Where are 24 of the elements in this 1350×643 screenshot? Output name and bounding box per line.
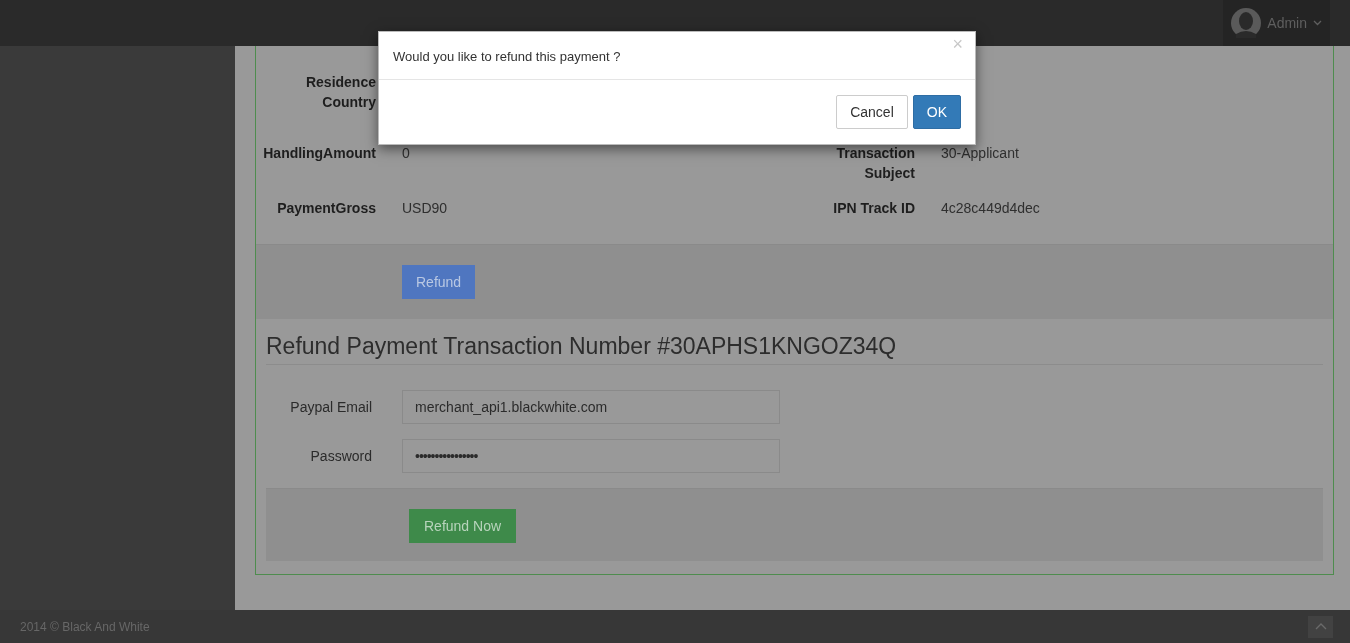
user-menu[interactable]: Admin [1223, 0, 1330, 46]
avatar-icon [1231, 8, 1262, 38]
field-label: Residence Country [304, 73, 376, 112]
section-heading: Refund Payment Transaction Number #30APHS1KNGOZ34Q [266, 333, 1323, 365]
field-label: Password [309, 448, 372, 464]
refund-button[interactable]: Refund [402, 265, 476, 299]
field-value: 30-Applicant [941, 144, 1020, 163]
refund-now-button[interactable]: Refund Now [409, 509, 517, 543]
password-field[interactable]: •••••••••••••••• [402, 439, 780, 473]
email-field[interactable]: merchant_api1.blackwhite.com [402, 390, 780, 424]
chevron-up-icon [1314, 623, 1327, 630]
field-label: HandlingAmount [262, 144, 376, 163]
scroll-top-button[interactable] [1308, 615, 1333, 638]
field-label: Transaction Subject [835, 144, 915, 183]
field-value: 0 [402, 144, 411, 163]
cancel-button[interactable]: Cancel [836, 95, 908, 129]
field-label: IPN Track ID [832, 199, 915, 218]
field-value: 4c28c449d4dec [941, 199, 1041, 218]
field-label: Paypal Email [289, 399, 372, 415]
ok-button[interactable]: OK [912, 95, 961, 129]
dialog-message: Would you like to refund this payment ? [393, 49, 621, 64]
field-value: USD90 [402, 199, 449, 218]
field-label: PaymentGross [276, 199, 376, 218]
chevron-down-icon [1313, 20, 1322, 26]
